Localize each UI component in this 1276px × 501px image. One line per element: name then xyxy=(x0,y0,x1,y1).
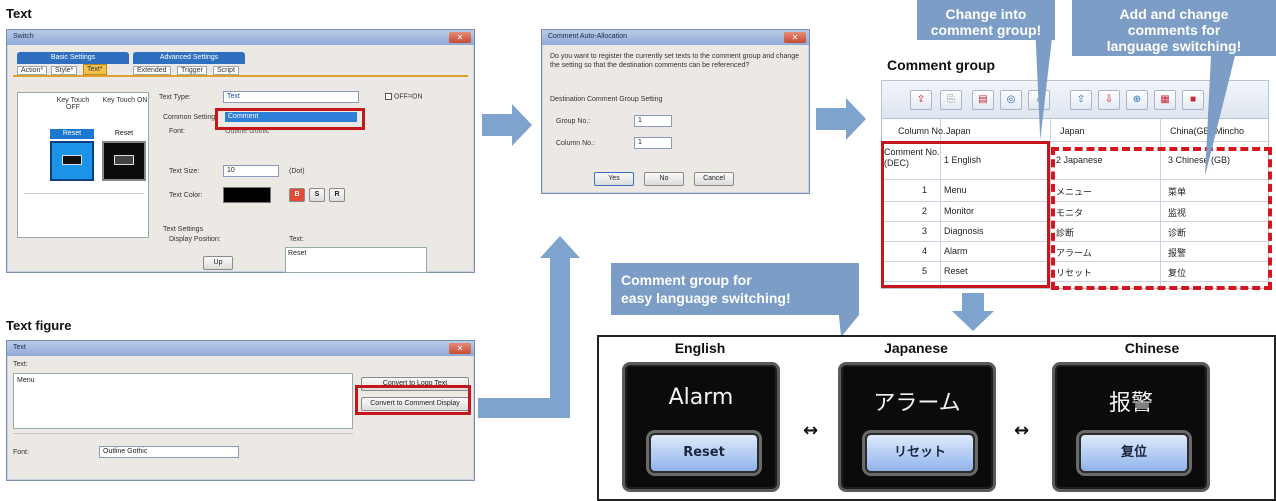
callout-add-change-comments: Add and change comments for language swi… xyxy=(1072,0,1276,56)
text-color-swatch[interactable] xyxy=(223,187,271,203)
confirm-message: Do you want to register the currently se… xyxy=(550,53,800,69)
screen-english: Alarm Reset xyxy=(622,362,780,492)
tab-style[interactable]: Style* xyxy=(51,66,78,75)
text-figure-font-dropdown[interactable]: Outline Gothic xyxy=(99,446,239,458)
tab-strip: Action* Style* Text* Extended Trigger Sc… xyxy=(13,64,468,77)
switch-arrow-icon: ↔ xyxy=(803,420,819,441)
chart-icon[interactable]: ▦ xyxy=(1154,90,1176,110)
highlight-comment-option xyxy=(215,108,365,130)
yes-button[interactable]: Yes xyxy=(594,172,634,186)
switch-arrow-icon: ↔ xyxy=(1014,420,1030,441)
confirm-dialog-title: Comment Auto-Allocation xyxy=(548,33,627,40)
tab-text[interactable]: Text* xyxy=(83,64,107,75)
header-japan-2: Japan xyxy=(1060,126,1085,136)
reset-button-english[interactable]: Reset xyxy=(649,433,759,473)
header-column-no: Column No. xyxy=(898,126,946,136)
preview-on-label[interactable]: Reset xyxy=(102,129,146,139)
text-size-dropdown[interactable]: 10 xyxy=(223,165,279,177)
close-icon[interactable]: ✕ xyxy=(449,32,471,43)
preview-off-switch[interactable] xyxy=(50,141,94,181)
insert-row-icon[interactable]: ⇧ xyxy=(1070,90,1092,110)
group-no-label: Group No.: xyxy=(556,118,591,125)
header-japan-1: Japan xyxy=(946,126,971,136)
highlight-language-columns xyxy=(1051,147,1272,290)
switch-dialog: Switch ✕ Basic Settings Advanced Setting… xyxy=(6,29,475,273)
text-type-label: Text Type: xyxy=(159,94,191,101)
column-no-field[interactable]: 1 xyxy=(634,137,672,149)
switch-dialog-titlebar: Switch ✕ xyxy=(7,30,474,45)
destination-setting-label: Destination Comment Group Setting xyxy=(550,96,663,103)
panel-label-japanese: Japanese xyxy=(884,340,948,356)
tab-action[interactable]: Action* xyxy=(17,66,48,75)
close-icon[interactable]: ✕ xyxy=(449,343,471,354)
display-position-label: Display Position: xyxy=(169,236,221,243)
text-figure-textarea[interactable]: Menu xyxy=(13,373,353,429)
text-type-dropdown[interactable]: Text xyxy=(223,91,359,103)
text-size-unit: (Dot) xyxy=(289,168,305,175)
highlight-english-column xyxy=(881,141,1050,288)
screen-japanese: アラーム リセット xyxy=(838,362,996,492)
paste-icon[interactable]: ▤ xyxy=(972,90,994,110)
callout-easy-switching: Comment group for easy language switchin… xyxy=(611,263,859,315)
screen-word-english: Alarm xyxy=(668,385,734,410)
panel-label-english: English xyxy=(674,340,726,356)
common-setting-label: Common Setting xyxy=(163,114,216,121)
preview-grid: Key Touch OFF Key Touch ON Reset Reset xyxy=(17,92,149,238)
raised-button[interactable]: R xyxy=(329,188,345,202)
tab-trigger[interactable]: Trigger xyxy=(177,66,207,75)
comment-auto-allocation-dialog: Comment Auto-Allocation ✕ Do you want to… xyxy=(541,29,810,194)
off-on-checkbox[interactable]: OFF=ON xyxy=(385,93,423,100)
no-button[interactable]: No xyxy=(644,172,684,186)
text-figure-section-title: Text figure xyxy=(6,318,72,333)
advanced-settings-group: Advanced Settings xyxy=(133,52,245,64)
tab-script[interactable]: Script xyxy=(213,66,239,75)
flow-arrow-right xyxy=(482,114,512,136)
screen-word-japanese: アラーム xyxy=(873,391,961,416)
text-section-title: Text xyxy=(6,6,32,21)
cancel-button[interactable]: Cancel xyxy=(694,172,734,186)
text-figure-text-label: Text: xyxy=(13,361,28,368)
basic-settings-group: Basic Settings xyxy=(17,52,129,64)
text-area[interactable]: Reset xyxy=(285,247,427,273)
confirm-dialog-titlebar: Comment Auto-Allocation ✕ xyxy=(542,30,809,45)
comment-group-section-title: Comment group xyxy=(887,57,996,73)
text-figure-titlebar: Text ✕ xyxy=(7,341,474,356)
copy-icon[interactable]: ⎘ xyxy=(940,90,962,110)
search-icon[interactable]: ◎ xyxy=(1000,90,1022,110)
text-settings-label: Text Settings xyxy=(163,226,204,233)
highlight-convert-comment xyxy=(355,385,471,415)
text-figure-title: Text xyxy=(13,344,26,351)
shadow-button[interactable]: S xyxy=(309,188,325,202)
up-button[interactable]: Up xyxy=(203,256,233,270)
screen-chinese: 报警 复位 xyxy=(1052,362,1210,492)
reset-button-japanese[interactable]: リセット xyxy=(865,433,975,473)
preview-on-switch[interactable] xyxy=(102,141,146,181)
key-touch-off-header: Key Touch OFF xyxy=(56,97,90,111)
delete-row-icon[interactable]: ⇩ xyxy=(1098,90,1120,110)
close-icon[interactable]: ✕ xyxy=(784,32,806,43)
text-size-label: Text Size: xyxy=(169,168,200,175)
text-label: Text: xyxy=(289,236,304,243)
tab-extended[interactable]: Extended xyxy=(133,66,171,75)
callout-change-into-group: Change into comment group! xyxy=(917,0,1055,40)
flow-arrow-right-2 xyxy=(816,108,846,130)
column-no-label: Column No.: xyxy=(556,140,595,147)
panel-label-chinese: Chinese xyxy=(1124,340,1180,356)
zoom-icon[interactable]: ⊕ xyxy=(1126,90,1148,110)
flow-arrow-elbow-v xyxy=(550,258,570,418)
font-label: Font: xyxy=(169,128,185,135)
off-on-checkbox-label: OFF=ON xyxy=(393,93,423,101)
bold-button[interactable]: B xyxy=(289,188,305,202)
switch-dialog-title: Switch xyxy=(13,33,34,40)
text-color-label: Text Color: xyxy=(169,192,203,199)
group-no-field[interactable]: 1 xyxy=(634,115,672,127)
key-touch-on-header: Key Touch ON xyxy=(102,97,148,104)
flow-arrow-down xyxy=(962,293,984,311)
text-figure-font-label: Font: xyxy=(13,449,29,456)
screen-word-chinese: 报警 xyxy=(1108,391,1153,416)
reset-button-chinese[interactable]: 复位 xyxy=(1079,433,1189,473)
import-icon[interactable]: ⇪ xyxy=(910,90,932,110)
preview-off-label[interactable]: Reset xyxy=(50,129,94,139)
